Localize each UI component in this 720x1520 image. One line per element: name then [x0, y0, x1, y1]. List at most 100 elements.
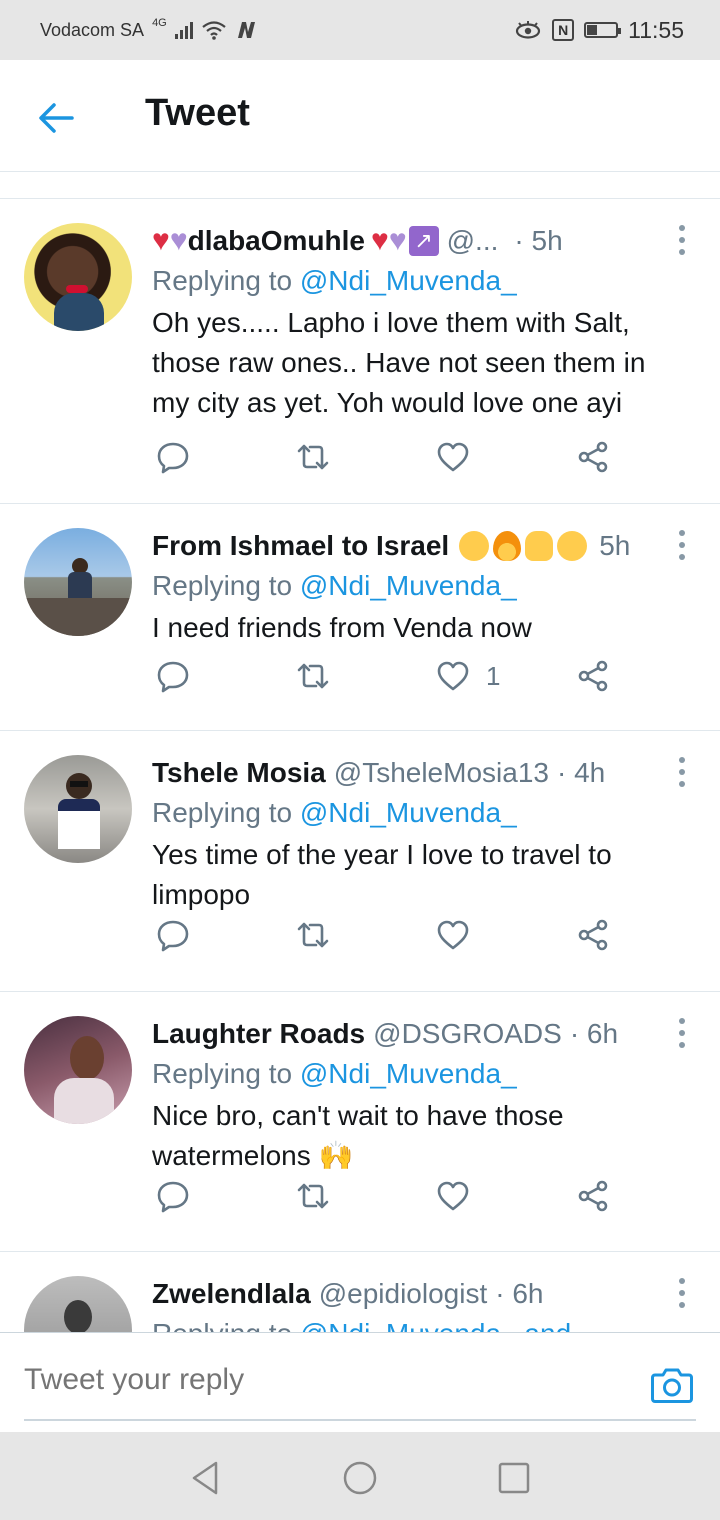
heart-icon [437, 920, 469, 950]
tweet-text: Nice bro, can't wait to have those water… [152, 1100, 564, 1171]
tweet-item[interactable]: Tshele Mosia @TsheleMosia13 · 4h Replyin… [0, 731, 720, 992]
mention-link[interactable]: @Ndi_Muvenda_ and [300, 1318, 571, 1332]
retweet-icon [297, 1183, 329, 1209]
more-options-icon[interactable] [678, 225, 686, 255]
avatar[interactable] [24, 223, 132, 331]
retweet-button[interactable] [296, 1179, 330, 1213]
fire-emoji [493, 531, 522, 561]
share-icon [578, 660, 608, 692]
tweet-time[interactable]: · 4h [557, 753, 605, 793]
reply-input[interactable] [24, 1355, 624, 1405]
replying-to-prefix: Replying to [152, 797, 300, 828]
reply-icon [157, 661, 189, 693]
heart-icon [437, 442, 469, 472]
battery-icon [584, 22, 622, 38]
author-name[interactable]: From Ishmael to Israel [152, 526, 449, 566]
replying-to-prefix: Replying to [152, 570, 300, 601]
tweet-item[interactable]: Laughter Roads @DSGROADS · 6h Replying t… [0, 992, 720, 1252]
retweet-icon [297, 663, 329, 689]
share-button[interactable] [576, 440, 610, 474]
tweet-item[interactable]: ♥ ♥ dlabaOmuhle ♥ ♥ ↗ @... · 5h Replying… [0, 199, 720, 504]
author-handle[interactable]: @TsheleMosia13 [334, 753, 549, 793]
retweet-button[interactable] [296, 440, 330, 474]
share-icon [578, 919, 608, 951]
rolling-eyes-emoji [557, 531, 588, 561]
purple-heart-emoji: ♥ [388, 224, 407, 257]
author-handle[interactable]: @DSGROADS [373, 1014, 562, 1054]
tweet-time[interactable]: · 5h [514, 221, 562, 261]
reply-button[interactable] [156, 1179, 190, 1213]
wifi-icon [202, 21, 226, 40]
pray-emoji [525, 531, 554, 561]
more-options-icon[interactable] [678, 757, 686, 787]
like-button[interactable] [436, 440, 486, 474]
mention-link[interactable]: @Ndi_Muvenda_ [300, 570, 517, 601]
heart-icon [437, 661, 469, 691]
nfc-icon: N [552, 19, 575, 41]
tweet-time[interactable]: · 6h [570, 1014, 618, 1054]
reply-composer [0, 1332, 720, 1433]
avatar[interactable] [24, 1016, 132, 1124]
like-button[interactable]: 1 [436, 659, 500, 693]
mention-link[interactable]: @Ndi_Muvenda_ [300, 1058, 517, 1089]
nav-back-icon[interactable] [186, 1458, 226, 1498]
avatar[interactable] [24, 755, 132, 863]
camera-icon[interactable] [650, 1365, 694, 1405]
more-options-icon[interactable] [678, 1278, 686, 1308]
nav-home-icon[interactable] [340, 1458, 380, 1498]
retweet-button[interactable] [296, 659, 330, 693]
previous-tweet-edge [0, 172, 720, 199]
status-bar: Vodacom SA 4G N 11:55 [0, 0, 720, 60]
tweet-item[interactable]: Zwelendlala @epidiologist · 6h Replying … [0, 1252, 720, 1332]
reply-icon [157, 920, 189, 952]
tweet-text: I need friends from Venda now [152, 612, 532, 643]
network-type: 4G [152, 17, 167, 29]
like-button[interactable] [436, 918, 486, 952]
reply-button[interactable] [156, 659, 190, 693]
tweet-time[interactable]: 5h [599, 526, 630, 566]
replying-to-prefix: Replying to [152, 1058, 300, 1089]
app-header: Tweet [0, 60, 720, 172]
retweet-icon [297, 922, 329, 948]
tweet-item[interactable]: From Ishmael to Israel 5h Replying to @N… [0, 504, 720, 731]
like-count: 1 [486, 660, 501, 691]
share-button[interactable] [576, 1179, 610, 1213]
purple-heart-emoji: ♥ [169, 224, 188, 257]
tweet-text: Oh yes..... Lapho i love them with Salt,… [152, 307, 646, 418]
nav-recents-icon[interactable] [494, 1458, 534, 1498]
avatar[interactable] [24, 1276, 132, 1332]
signal-icon [174, 21, 193, 39]
author-handle[interactable]: @... [447, 221, 499, 261]
page-title: Tweet [145, 92, 250, 134]
back-arrow-icon[interactable] [36, 98, 76, 138]
reply-icon [157, 442, 189, 474]
replying-to-prefix: Replying to [152, 1318, 300, 1332]
author-name[interactable]: dlabaOmuhle [188, 221, 365, 261]
mention-link[interactable]: @Ndi_Muvenda_ [300, 265, 517, 296]
heart-emoji: ♥ [152, 224, 170, 257]
tweet-time[interactable]: · 6h [495, 1274, 543, 1314]
heart-eyes-emoji [459, 531, 490, 561]
input-underline [24, 1419, 696, 1421]
mention-link[interactable]: @Ndi_Muvenda_ [300, 797, 517, 828]
like-button[interactable] [436, 1179, 486, 1213]
heart-emoji: ♥ [371, 224, 389, 257]
reply-feed[interactable]: ♥ ♥ dlabaOmuhle ♥ ♥ ↗ @... · 5h Replying… [0, 172, 720, 1332]
author-name[interactable]: Zwelendlala [152, 1274, 311, 1314]
author-handle[interactable]: @epidiologist [319, 1274, 488, 1314]
replying-to-line: Replying to @Ndi_Muvenda_ [152, 793, 684, 833]
share-button[interactable] [576, 659, 610, 693]
author-name[interactable]: Tshele Mosia [152, 753, 326, 793]
author-name[interactable]: Laughter Roads [152, 1014, 365, 1054]
reply-icon [157, 1181, 189, 1213]
avatar[interactable] [24, 528, 132, 636]
replying-to-prefix: Replying to [152, 265, 300, 296]
retweet-button[interactable] [296, 918, 330, 952]
tweet-text: Yes time of the year I love to travel to… [152, 839, 612, 910]
share-button[interactable] [576, 918, 610, 952]
more-options-icon[interactable] [678, 1018, 686, 1048]
sagittarius-emoji: ↗ [408, 226, 439, 256]
more-options-icon[interactable] [678, 530, 686, 560]
reply-button[interactable] [156, 440, 190, 474]
reply-button[interactable] [156, 918, 190, 952]
